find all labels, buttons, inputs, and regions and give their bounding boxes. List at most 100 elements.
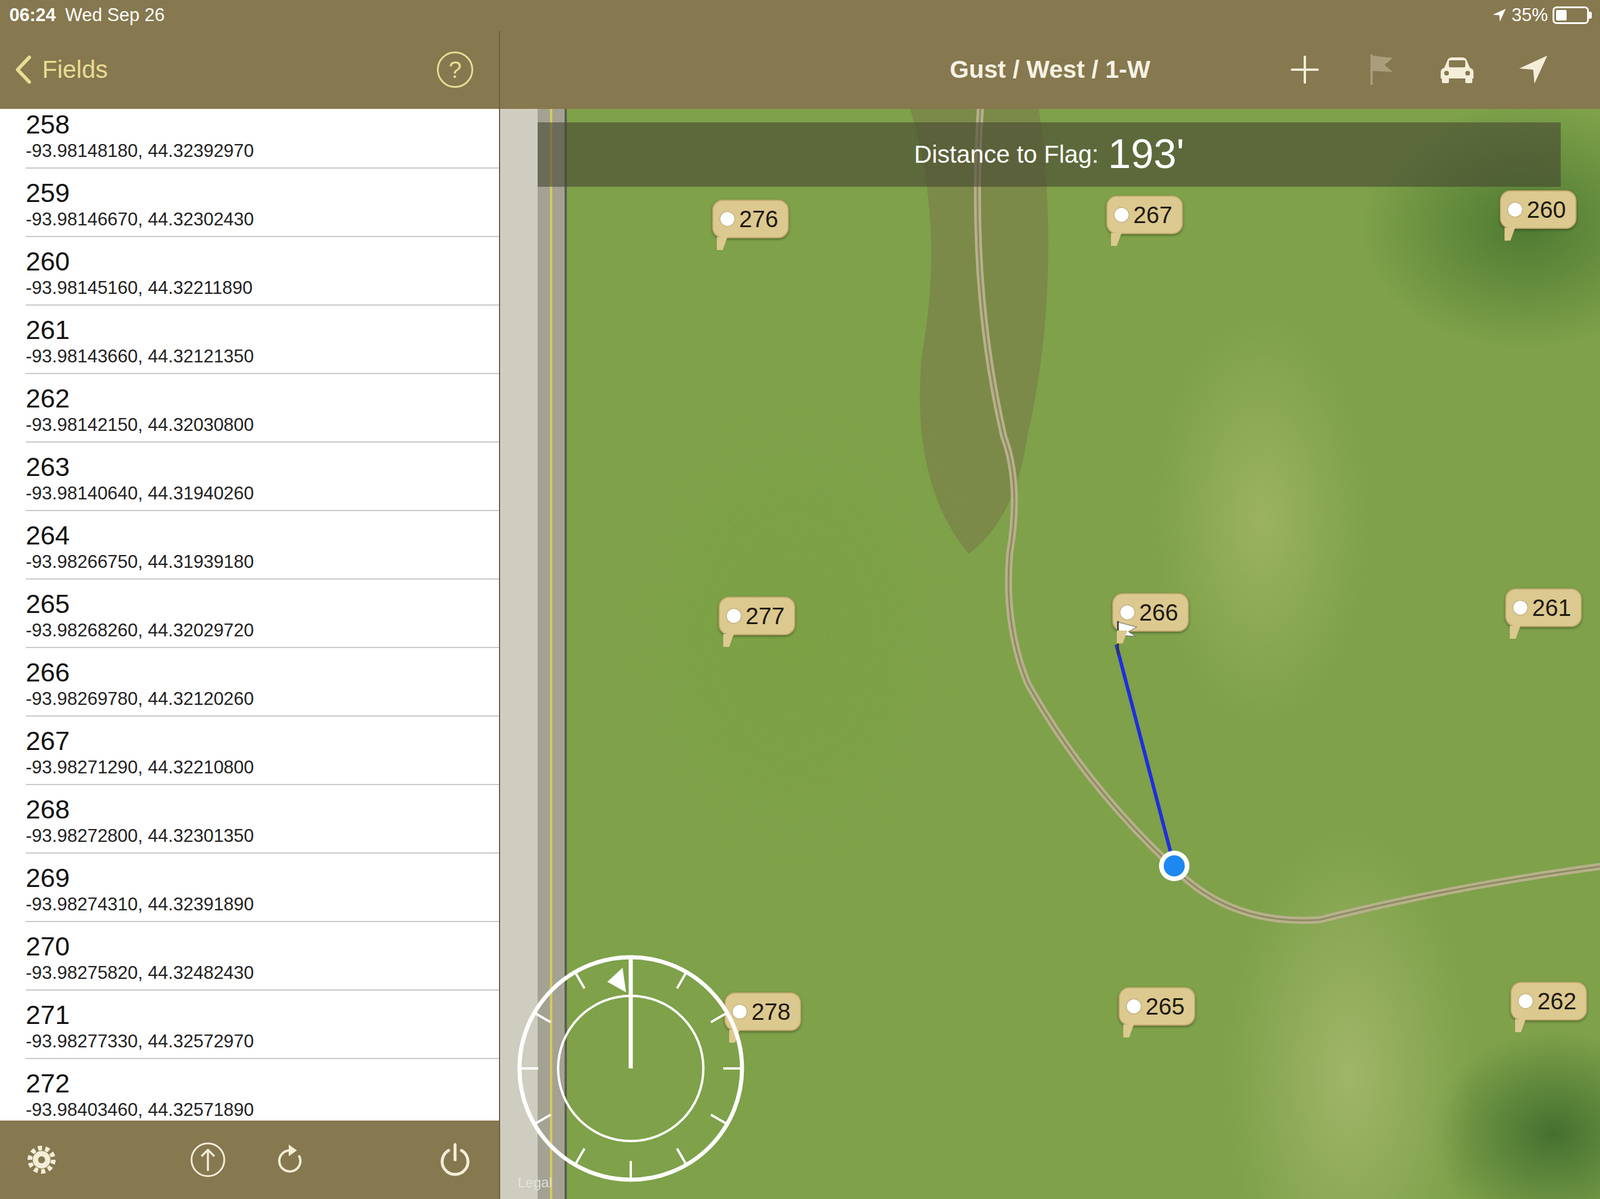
point-number: 258 [25, 109, 499, 140]
upload-button[interactable] [189, 1142, 227, 1179]
distance-banner: Distance to Flag:193' [537, 122, 1561, 187]
flag-icon [1364, 52, 1398, 88]
point-row[interactable]: 263-93.98140640, 44.31940260 [0, 442, 499, 512]
map-pin[interactable]: 265 [1118, 987, 1196, 1027]
compass-icon [513, 951, 748, 1186]
car-icon [1438, 55, 1476, 85]
point-row[interactable]: 260-93.98145160, 44.32211890 [0, 237, 499, 306]
sidebar-header: Fields? [0, 30, 499, 109]
point-coordinates: -93.98146670, 44.32302430 [25, 208, 499, 231]
point-row[interactable]: 272-93.98403460, 44.32571890 [0, 1059, 499, 1121]
point-number: 264 [25, 520, 499, 552]
status-bar: 06:24 Wed Sep 26 35% [0, 0, 1600, 31]
battery-percent: 35% [1511, 1, 1548, 30]
point-list[interactable]: 258-93.98148180, 44.32392970259-93.98146… [0, 108, 499, 1121]
point-number: 259 [25, 178, 499, 209]
gear-icon [25, 1143, 58, 1177]
point-row[interactable]: 271-93.98277330, 44.32572970 [0, 990, 499, 1060]
point-row[interactable]: 268-93.98272800, 44.32301350 [0, 785, 499, 854]
satellite-map[interactable]: 276 267 260 277 266 261 278 265 262 Distance to F… [500, 108, 1600, 1199]
flag-marker-icon [1115, 620, 1140, 657]
map-header: Gust / West / 1-W [500, 30, 1600, 109]
point-number: 267 [25, 726, 499, 757]
add-button[interactable] [1286, 50, 1324, 89]
road [537, 108, 567, 1199]
point-row[interactable]: 267-93.98271290, 44.32210800 [0, 716, 499, 786]
pin-dot [732, 1004, 747, 1020]
refresh-icon [273, 1142, 307, 1178]
map-pin[interactable]: 266 [1112, 593, 1189, 632]
add-icon [1288, 53, 1322, 87]
point-row[interactable]: 269-93.98274310, 44.32391890 [0, 853, 499, 923]
point-number: 263 [25, 452, 499, 483]
flag-button[interactable] [1362, 50, 1400, 89]
point-number: 260 [25, 246, 499, 278]
pin-dot [720, 212, 735, 227]
point-number: 272 [25, 1068, 499, 1100]
point-number: 266 [25, 657, 499, 689]
pin-dot [1513, 600, 1528, 615]
locate-button[interactable] [1514, 50, 1552, 89]
point-row[interactable]: 265-93.98268260, 44.32029720 [0, 579, 499, 649]
pin-dot [726, 609, 741, 624]
point-number: 262 [25, 383, 499, 415]
point-coordinates: -93.98272800, 44.32301350 [25, 825, 499, 848]
point-coordinates: -93.98277330, 44.32572970 [25, 1030, 499, 1054]
map-pin[interactable]: 261 [1505, 588, 1582, 628]
field-title: Gust / West / 1-W [949, 50, 1151, 88]
point-number: 261 [25, 315, 499, 346]
point-coordinates: -93.98148180, 44.32392970 [25, 139, 499, 163]
point-number: 271 [25, 1000, 499, 1031]
settings-button[interactable] [23, 1142, 60, 1179]
help-button[interactable]: ? [436, 51, 474, 88]
point-row[interactable]: 259-93.98146670, 44.32302430 [0, 168, 499, 238]
map-pin[interactable]: 277 [718, 596, 796, 636]
point-number: 269 [25, 863, 499, 894]
map-pin[interactable]: 267 [1106, 195, 1184, 235]
bottom-toolbar [0, 1120, 499, 1199]
clock: 06:24 [9, 1, 56, 30]
map-pin[interactable]: 276 [712, 199, 789, 239]
point-coordinates: -93.98271290, 44.32210800 [25, 756, 499, 779]
upload-icon [189, 1142, 227, 1179]
road-centerline [549, 108, 553, 1199]
point-coordinates: -93.98266750, 44.31939180 [25, 551, 499, 574]
map-pin[interactable]: 260 [1499, 190, 1577, 229]
map-pin[interactable]: 278 [724, 992, 802, 1032]
pin-dot [1518, 994, 1533, 1009]
point-row[interactable]: 266-93.98269780, 44.32120260 [0, 648, 499, 717]
point-number: 270 [25, 931, 499, 963]
power-icon [438, 1142, 473, 1178]
pin-dot [1114, 207, 1129, 222]
chevron-left-icon [12, 55, 33, 85]
point-coordinates: -93.98403460, 44.32571890 [25, 1099, 499, 1121]
point-row[interactable]: 264-93.98266750, 44.31939180 [0, 511, 499, 580]
pin-dot [1120, 605, 1135, 620]
point-row[interactable]: 261-93.98143660, 44.32121350 [0, 305, 499, 375]
pin-dot [1508, 202, 1523, 217]
point-coordinates: -93.98145160, 44.32211890 [25, 277, 499, 300]
point-row[interactable]: 262-93.98142150, 44.32030800 [0, 374, 499, 443]
app-window: 06:24Wed Sep 2635%Fields?258-93.98148180… [0, 0, 1600, 1199]
car-button[interactable] [1438, 50, 1476, 89]
battery-icon [1552, 6, 1592, 25]
point-number: 268 [25, 794, 499, 826]
point-coordinates: -93.98143660, 44.32121350 [25, 345, 499, 368]
map-panel: Gust / West / 1-W 276 267 260 277 266 261 278 26… [500, 30, 1600, 1199]
point-coordinates: -93.98268260, 44.32029720 [25, 619, 499, 642]
legal-link[interactable]: Legal [517, 1172, 553, 1194]
road-shoulder [500, 108, 538, 1199]
location-arrow-icon [1516, 53, 1550, 87]
pin-dot [1126, 999, 1141, 1014]
refresh-button[interactable] [271, 1142, 309, 1179]
point-coordinates: -93.98274310, 44.32391890 [25, 893, 499, 916]
map-pin[interactable]: 262 [1510, 982, 1588, 1021]
point-row[interactable]: 270-93.98275820, 44.32482430 [0, 922, 499, 991]
point-row[interactable]: 258-93.98148180, 44.32392970 [0, 108, 499, 169]
date: Wed Sep 26 [65, 1, 165, 30]
point-number: 265 [25, 589, 499, 620]
back-button[interactable]: Fields [12, 50, 108, 88]
point-coordinates: -93.98269780, 44.32120260 [25, 688, 499, 711]
point-coordinates: -93.98140640, 44.31940260 [25, 482, 499, 505]
power-button[interactable] [436, 1142, 474, 1179]
